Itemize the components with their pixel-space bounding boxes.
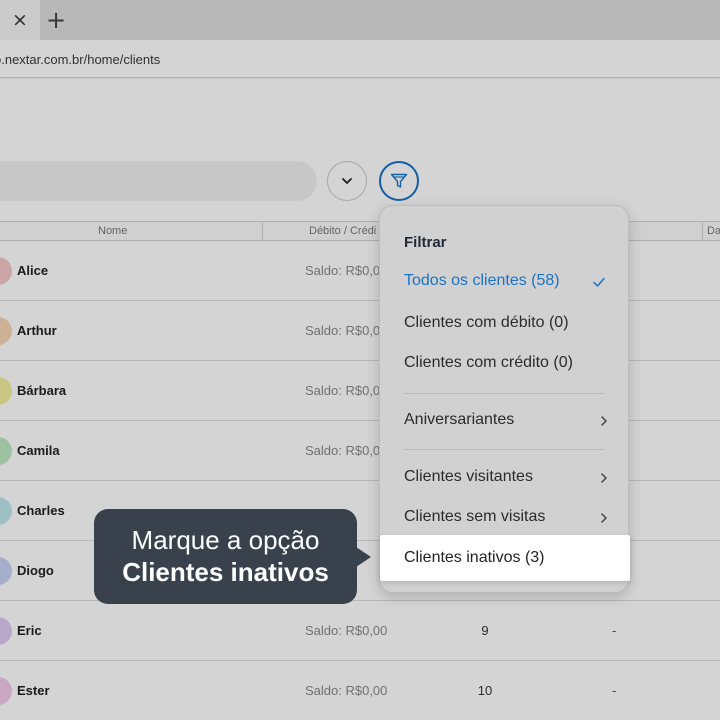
url-text[interactable]: o.nextar.com.br/home/clients (0, 52, 160, 67)
filter-option-label: Clientes com débito (0) (404, 314, 569, 331)
filter-option-label: Aniversariantes (404, 411, 515, 428)
filter-option-label: Todos os clientes (58) (404, 272, 560, 289)
filter-option-no-visits[interactable]: Clientes sem visitas (380, 498, 628, 538)
column-header-nome[interactable]: Nome (98, 225, 127, 237)
balance-text: Saldo: R$0,0 (305, 383, 381, 398)
menu-divider (404, 393, 604, 394)
avatar (0, 257, 12, 285)
visit-count: 9 (481, 623, 489, 638)
table-row[interactable]: Eric Saldo: R$0,00 9 - (0, 601, 720, 661)
client-name: Arthur (17, 323, 57, 338)
browser-tab[interactable]: × (0, 0, 40, 40)
balance-text: Saldo: R$0,0 (305, 323, 381, 338)
filter-option-label: Clientes com crédito (0) (404, 354, 573, 371)
filter-menu-title: Filtrar (404, 234, 447, 251)
client-name: Charles (17, 503, 65, 518)
avatar (0, 677, 12, 705)
filter-option-birthdays[interactable]: Aniversariantes (380, 401, 628, 441)
balance-text: Saldo: R$0,0 (305, 263, 381, 278)
table-row[interactable]: Ester Saldo: R$0,00 10 - (0, 661, 720, 720)
filter-menu: Filtrar Todos os clientes (58) Clientes … (379, 205, 630, 593)
filter-option-label: Clientes visitantes (404, 468, 533, 485)
check-icon (593, 277, 605, 287)
callout-line-2: Clientes inativos (122, 557, 329, 587)
client-name: Eric (17, 623, 42, 638)
column-divider (262, 222, 263, 240)
callout-line-1: Marque a opção (131, 525, 320, 555)
filter-option-label: Clientes inativos (3) (404, 549, 545, 566)
avatar (0, 377, 12, 405)
chevron-right-icon (601, 473, 607, 483)
filter-button[interactable] (379, 161, 419, 201)
balance-text: Saldo: R$0,00 (305, 683, 388, 698)
chevron-right-icon (601, 513, 607, 523)
filter-option-debit[interactable]: Clientes com débito (0) (380, 304, 628, 344)
close-tab-icon[interactable]: × (12, 9, 28, 31)
chevron-down-icon (342, 178, 352, 184)
avatar (0, 317, 12, 345)
filter-option-all-clients[interactable]: Todos os clientes (58) (380, 262, 628, 302)
browser-tab-bar: × + (0, 0, 720, 40)
new-tab-button[interactable]: + (45, 5, 67, 35)
client-name: Alice (17, 263, 49, 278)
filter-option-label: Clientes sem visitas (404, 508, 546, 525)
avatar (0, 437, 12, 465)
chevron-right-icon (601, 416, 607, 426)
client-name: Diogo (17, 563, 54, 578)
instruction-callout: Marque a opção Clientes inativos (94, 509, 371, 604)
last-visit: - (612, 623, 617, 638)
client-name: Bárbara (17, 383, 67, 398)
balance-text: Saldo: R$0,00 (305, 623, 388, 638)
column-divider (702, 222, 703, 240)
filter-option-visitors[interactable]: Clientes visitantes (380, 458, 628, 498)
column-header-data[interactable]: Da (707, 225, 720, 237)
column-header-debito-credito[interactable]: Débito / Crédi (309, 225, 376, 237)
search-input[interactable] (0, 161, 317, 201)
client-name: Camila (17, 443, 60, 458)
filter-option-credit[interactable]: Clientes com crédito (0) (380, 344, 628, 384)
balance-text: Saldo: R$0,0 (305, 443, 381, 458)
filter-option-inactive[interactable]: Clientes inativos (3) (380, 535, 630, 581)
last-visit: - (612, 683, 617, 698)
address-bar[interactable]: o.nextar.com.br/home/clients (0, 40, 720, 78)
visit-count: 10 (477, 683, 493, 698)
avatar (0, 497, 12, 525)
avatar (0, 617, 12, 645)
avatar (0, 557, 12, 585)
menu-divider (404, 449, 604, 450)
options-toggle-button[interactable] (327, 161, 367, 201)
client-name: Ester (17, 683, 50, 698)
filter-icon (390, 173, 408, 188)
